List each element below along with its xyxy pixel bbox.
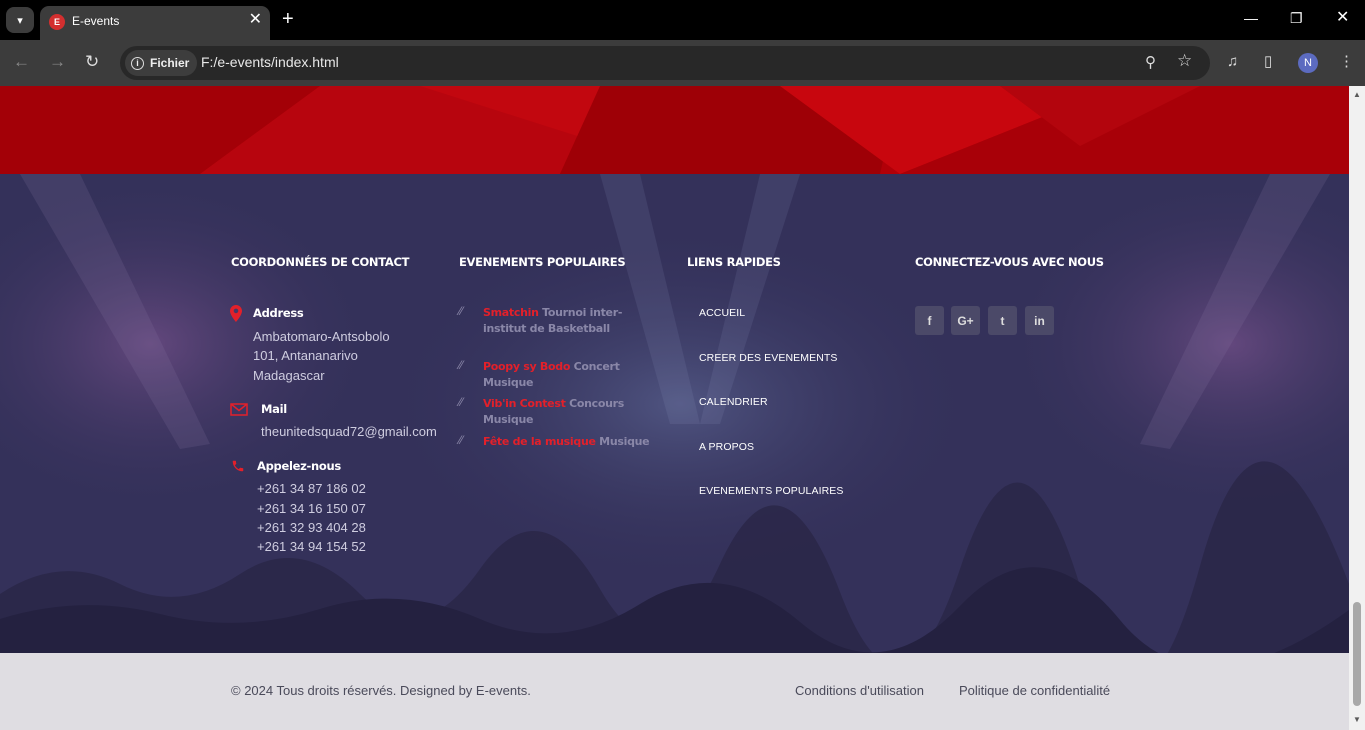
menu-kebab-icon[interactable]: ⋮ bbox=[1339, 52, 1354, 72]
scroll-thumb[interactable] bbox=[1353, 602, 1361, 706]
address-line-1: Ambatomaro-Antsobolo bbox=[253, 329, 390, 344]
phone-icon bbox=[232, 460, 244, 472]
facebook-icon[interactable]: f bbox=[915, 306, 944, 335]
red-banner bbox=[0, 86, 1349, 174]
event-name: Poopy sy Bodo bbox=[483, 360, 571, 373]
event-item-2[interactable]: Poopy sy Bodo Concert Musique bbox=[483, 359, 658, 390]
red-banner-pattern bbox=[0, 86, 1349, 174]
browser-tabbar: ▾ E E-events ✕ + — ❐ ✕ bbox=[0, 0, 1365, 40]
phone-1: +261 34 87 186 02 bbox=[257, 481, 366, 496]
address-bar[interactable]: i Fichier F:/e-events/index.html ⚲ ☆ bbox=[120, 46, 1210, 80]
new-tab-icon[interactable]: + bbox=[282, 9, 294, 29]
mail-label: Mail bbox=[261, 402, 287, 416]
quick-links-title: LIENS RAPIDES bbox=[687, 255, 781, 269]
quick-link-apropos[interactable]: A PROPOS bbox=[699, 441, 754, 453]
back-arrow-icon[interactable]: ← bbox=[13, 52, 30, 72]
contact-title: COORDONNÉES DE CONTACT bbox=[231, 255, 410, 269]
footer-section bbox=[0, 174, 1349, 653]
linkedin-icon[interactable]: in bbox=[1025, 306, 1054, 335]
url-text[interactable]: F:/e-events/index.html bbox=[201, 54, 339, 70]
scroll-up-icon[interactable]: ▲ bbox=[1353, 90, 1361, 99]
magic-wand-icon: ⁄⁄ bbox=[459, 358, 464, 372]
address-label: Address bbox=[253, 306, 304, 320]
magic-wand-icon: ⁄⁄ bbox=[459, 433, 464, 447]
event-item-3[interactable]: Vib'in Contest Concours Musique bbox=[483, 396, 658, 427]
mail-address[interactable]: theunitedsquad72@gmail.com bbox=[261, 422, 437, 442]
twitter-icon[interactable]: t bbox=[988, 306, 1017, 335]
concert-background-image bbox=[0, 174, 1349, 653]
media-control-icon[interactable]: ♫ bbox=[1227, 52, 1238, 72]
bookmark-star-icon[interactable]: ☆ bbox=[1177, 51, 1192, 71]
quick-link-evenements[interactable]: EVENEMENTS POPULAIRES bbox=[699, 485, 843, 497]
restore-icon[interactable]: ❐ bbox=[1290, 10, 1303, 26]
events-title: EVENEMENTS POPULAIRES bbox=[459, 255, 626, 269]
footer-bottom-bar: © 2024 Tous droits réservés. Designed by… bbox=[0, 653, 1349, 730]
zoom-icon[interactable]: ⚲ bbox=[1145, 53, 1156, 71]
quick-link-creer[interactable]: CREER DES EVENEMENTS bbox=[699, 352, 838, 364]
magic-wand-icon: ⁄⁄ bbox=[459, 395, 464, 409]
map-pin-icon bbox=[230, 305, 242, 322]
browser-toolbar: ← → ↻ i Fichier F:/e-events/index.html ⚲… bbox=[0, 40, 1365, 86]
site-info-chip[interactable]: i Fichier bbox=[125, 50, 198, 76]
minimize-icon[interactable]: — bbox=[1244, 10, 1258, 26]
social-title: CONNECTEZ-VOUS AVEC NOUS bbox=[915, 255, 1104, 269]
tab-title: E-events bbox=[72, 14, 120, 28]
event-desc: Musique bbox=[595, 435, 650, 448]
magic-wand-icon: ⁄⁄ bbox=[459, 304, 464, 318]
page-scrollbar[interactable]: ▲ ▼ bbox=[1349, 86, 1365, 730]
event-item-4[interactable]: Fête de la musique Musique bbox=[483, 434, 658, 450]
quick-link-calendrier[interactable]: CALENDRIER bbox=[699, 396, 768, 408]
browser-tab[interactable]: E E-events ✕ bbox=[40, 6, 270, 40]
terms-link[interactable]: Conditions d'utilisation bbox=[795, 683, 924, 698]
phone-3: +261 32 93 404 28 bbox=[257, 520, 366, 535]
event-item-1[interactable]: Smatchin Tournoi inter-institut de Baske… bbox=[483, 305, 658, 336]
event-name: Smatchin bbox=[483, 306, 539, 319]
event-name: Vib'in Contest bbox=[483, 397, 566, 410]
google-plus-icon[interactable]: G+ bbox=[951, 306, 980, 335]
mail-icon bbox=[230, 403, 248, 416]
site-info-label: Fichier bbox=[150, 56, 190, 70]
phone-label: Appelez-nous bbox=[257, 459, 341, 473]
close-tab-icon[interactable]: ✕ bbox=[249, 12, 262, 28]
profile-avatar[interactable]: N bbox=[1298, 53, 1318, 73]
quick-link-accueil[interactable]: ACCUEIL bbox=[699, 307, 745, 319]
address-line-3: Madagascar bbox=[253, 368, 325, 383]
scroll-down-icon[interactable]: ▼ bbox=[1353, 715, 1361, 724]
close-window-icon[interactable]: ✕ bbox=[1336, 10, 1349, 26]
side-panel-icon[interactable]: ▯ bbox=[1264, 52, 1272, 72]
reload-icon[interactable]: ↻ bbox=[85, 52, 99, 72]
favicon-icon: E bbox=[49, 14, 65, 30]
info-icon: i bbox=[131, 56, 144, 70]
privacy-link[interactable]: Politique de confidentialité bbox=[959, 683, 1110, 698]
copyright-text: © 2024 Tous droits réservés. Designed by… bbox=[231, 683, 531, 698]
page-viewport: © 2024 Tous droits réservés. Designed by… bbox=[0, 86, 1349, 730]
phone-4: +261 34 94 154 52 bbox=[257, 539, 366, 554]
address-line-2: 101, Antananarivo bbox=[253, 348, 358, 363]
phone-2: +261 34 16 150 07 bbox=[257, 501, 366, 516]
tab-search-icon[interactable]: ▾ bbox=[6, 7, 34, 33]
event-name: Fête de la musique bbox=[483, 435, 596, 448]
forward-arrow-icon[interactable]: → bbox=[49, 52, 66, 72]
